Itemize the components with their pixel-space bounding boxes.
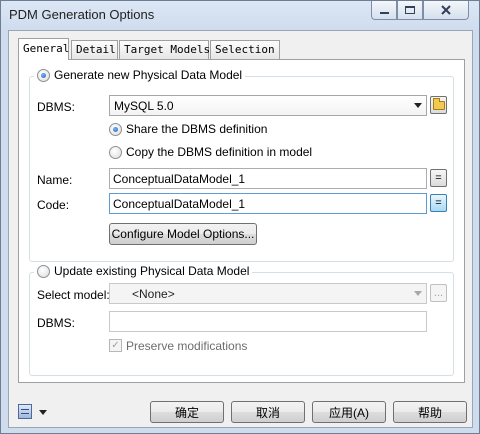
configure-model-options-button[interactable]: Configure Model Options... (109, 223, 257, 245)
chevron-down-icon (414, 291, 422, 296)
equals-glyph-active: = (435, 196, 442, 209)
tab-selection-label: Selection (215, 43, 275, 56)
ok-button-label: 确定 (174, 405, 199, 420)
code-field-value: ConceptualDataModel_1 (113, 197, 246, 211)
chevron-down-icon (414, 103, 422, 108)
generate-new-pdm-radio[interactable]: Generate new Physical Data Model (34, 68, 246, 82)
browse-model-button[interactable]: ... (430, 284, 447, 302)
share-dbms-label: Share the DBMS definition (126, 122, 268, 136)
tab-selection[interactable]: Selection (210, 40, 280, 59)
dbms-label: DBMS: (37, 100, 76, 114)
minimize-button[interactable] (371, 1, 397, 20)
configure-model-options-label: Configure Model Options... (111, 227, 255, 241)
ok-button[interactable]: 确定 (150, 401, 224, 423)
tab-target-models[interactable]: Target Models (119, 40, 211, 59)
check-icon: ✓ (111, 339, 120, 351)
general-tab-pane: Generate new Physical Data Model DBMS: M… (18, 59, 465, 383)
generate-new-pdm-radio-dot[interactable] (37, 68, 50, 82)
maximize-icon (405, 6, 415, 14)
tab-target-models-label: Target Models (124, 43, 211, 56)
select-model-dropdown[interactable]: <None> (109, 283, 427, 304)
tab-general-label: General (23, 42, 70, 55)
update-existing-pdm-radio[interactable]: Update existing Physical Data Model (34, 264, 253, 278)
chevron-down-icon[interactable] (39, 410, 47, 415)
code-field[interactable]: ConceptualDataModel_1 (109, 193, 427, 214)
cancel-button[interactable]: 取消 (231, 401, 305, 423)
tab-detail[interactable]: Detail (71, 40, 118, 59)
ellipsis-glyph: ... (433, 286, 444, 299)
maximize-button[interactable] (397, 1, 423, 20)
preserve-modifications-checkbox[interactable]: ✓ (109, 339, 122, 352)
dialog-client-area: General Detail Target Models Selection G… (8, 30, 473, 428)
code-name-sync-button[interactable]: = (430, 194, 447, 212)
minimize-icon (379, 12, 389, 14)
share-dbms-radio[interactable] (109, 123, 122, 136)
select-model-value: <None> (132, 287, 175, 301)
name-field-value: ConceptualDataModel_1 (113, 172, 246, 186)
dbms-select-value: MySQL 5.0 (114, 99, 174, 113)
tab-detail-label: Detail (76, 43, 116, 56)
generate-new-pdm-label: Generate new Physical Data Model (54, 68, 243, 82)
help-button-label: 帮助 (417, 405, 442, 420)
window-title: PDM Generation Options (9, 7, 155, 22)
close-button[interactable] (423, 1, 469, 20)
equals-glyph: = (435, 171, 442, 184)
browse-dbms-button[interactable] (430, 96, 447, 114)
tab-general[interactable]: General (18, 38, 69, 60)
title-bar[interactable]: PDM Generation Options (1, 1, 479, 29)
copy-dbms-label: Copy the DBMS definition in model (126, 145, 313, 159)
close-icon (441, 5, 451, 15)
name-label: Name: (37, 173, 73, 187)
update-existing-pdm-radio-dot[interactable] (37, 264, 50, 278)
update-dbms-field[interactable] (109, 311, 427, 332)
preserve-modifications-label: Preserve modifications (126, 339, 248, 353)
help-button[interactable]: 帮助 (393, 401, 467, 423)
cancel-button-label: 取消 (255, 405, 280, 420)
apply-button-label: 应用(A) (329, 405, 369, 420)
dbms-select[interactable]: MySQL 5.0 (109, 95, 427, 116)
name-code-sync-button[interactable]: = (430, 169, 447, 187)
name-field[interactable]: ConceptualDataModel_1 (109, 168, 427, 189)
properties-menu-icon[interactable] (18, 404, 32, 419)
copy-dbms-radio[interactable] (109, 146, 122, 159)
apply-button[interactable]: 应用(A) (312, 401, 386, 423)
update-dbms-label: DBMS: (37, 316, 76, 330)
code-label: Code: (37, 198, 70, 212)
folder-icon (432, 97, 445, 110)
pdm-generation-options-dialog: PDM Generation Options General Detail Ta… (0, 0, 480, 434)
update-existing-pdm-label: Update existing Physical Data Model (54, 264, 250, 278)
select-model-label: Select model: (37, 288, 110, 302)
